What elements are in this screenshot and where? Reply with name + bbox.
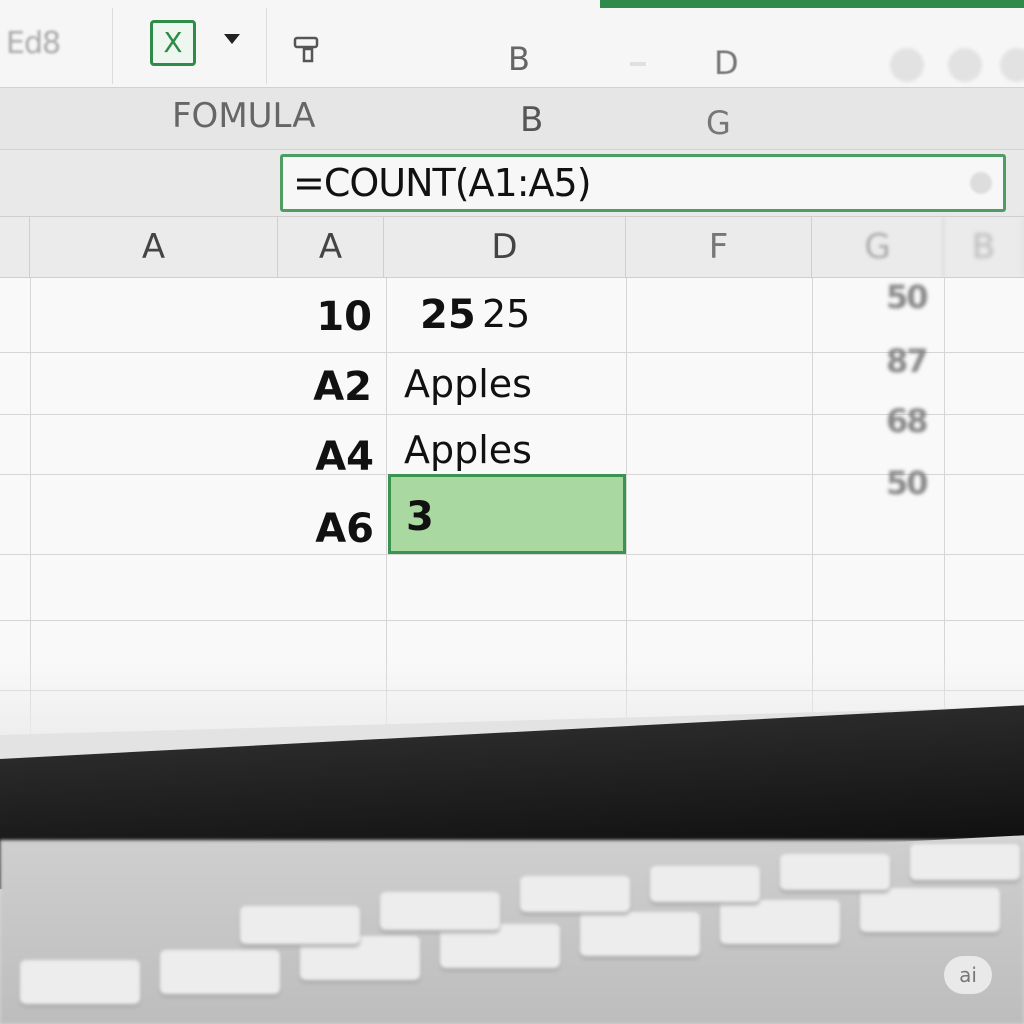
cell-d3[interactable]: Apples: [404, 428, 532, 472]
column-header-d[interactable]: D: [384, 216, 626, 278]
grid-row-line: [0, 414, 1024, 415]
toolbar-letter-b[interactable]: B: [508, 40, 530, 78]
column-header-a2[interactable]: A: [278, 216, 384, 278]
right-cell-3[interactable]: 68: [886, 402, 929, 440]
formula-tab[interactable]: FOMULA: [172, 96, 316, 136]
grid-row-line: [0, 554, 1024, 555]
key: [160, 950, 280, 994]
ribbon-letter-g[interactable]: G: [706, 104, 731, 142]
ribbon-bar: [0, 88, 1024, 150]
format-painter-icon[interactable]: [292, 34, 322, 64]
toolbar-round-button-1[interactable]: [890, 48, 924, 82]
title-accent-strip: [600, 0, 1024, 8]
grid-row-line: [0, 352, 1024, 353]
cell-a3[interactable]: A4: [234, 434, 374, 480]
toolbar-separator: [630, 62, 646, 66]
key: [720, 900, 840, 944]
toolbar-letter-d[interactable]: D: [714, 44, 739, 82]
key: [440, 924, 560, 968]
right-cell-1[interactable]: 50: [886, 278, 929, 316]
cell-a2[interactable]: A2: [232, 364, 372, 410]
keyboard: [0, 840, 1024, 1024]
cell-d2[interactable]: Apples: [404, 362, 532, 406]
column-header-a[interactable]: A: [30, 216, 278, 278]
spreadsheet-screen: Ed8 X B D FOMULA B G A A D F G B 10 25 2…: [0, 0, 1024, 830]
key: [520, 876, 630, 912]
key: [650, 866, 760, 902]
ai-badge: ai: [944, 956, 992, 994]
key: [860, 888, 1000, 932]
formula-input[interactable]: [280, 154, 1006, 212]
selected-cell-value[interactable]: 3: [406, 494, 434, 540]
key: [780, 854, 890, 890]
key: [240, 906, 360, 944]
cell-a4[interactable]: A6: [234, 506, 374, 552]
cell-d1[interactable]: 25: [482, 292, 530, 336]
toolbar-round-button-2[interactable]: [948, 48, 982, 82]
key: [20, 960, 140, 1004]
cell-d1-bold[interactable]: 25: [420, 292, 476, 338]
right-cell-4[interactable]: 50: [886, 464, 929, 502]
grid-row-line: [0, 620, 1024, 621]
chevron-down-icon[interactable]: [224, 34, 240, 44]
key: [910, 844, 1020, 880]
key: [580, 912, 700, 956]
cell-a1[interactable]: 10: [232, 294, 372, 340]
edit-label[interactable]: Ed8: [6, 26, 61, 61]
ribbon-letter-b[interactable]: B: [520, 100, 543, 140]
key: [380, 892, 500, 930]
column-header-f[interactable]: F: [626, 216, 812, 278]
row-header-corner[interactable]: [0, 216, 30, 278]
right-cell-2[interactable]: 87: [886, 342, 929, 380]
excel-icon[interactable]: X: [150, 20, 196, 66]
column-header-b[interactable]: B: [944, 216, 1024, 278]
formula-expand-icon[interactable]: [970, 172, 992, 194]
column-header-g[interactable]: G: [812, 216, 944, 278]
